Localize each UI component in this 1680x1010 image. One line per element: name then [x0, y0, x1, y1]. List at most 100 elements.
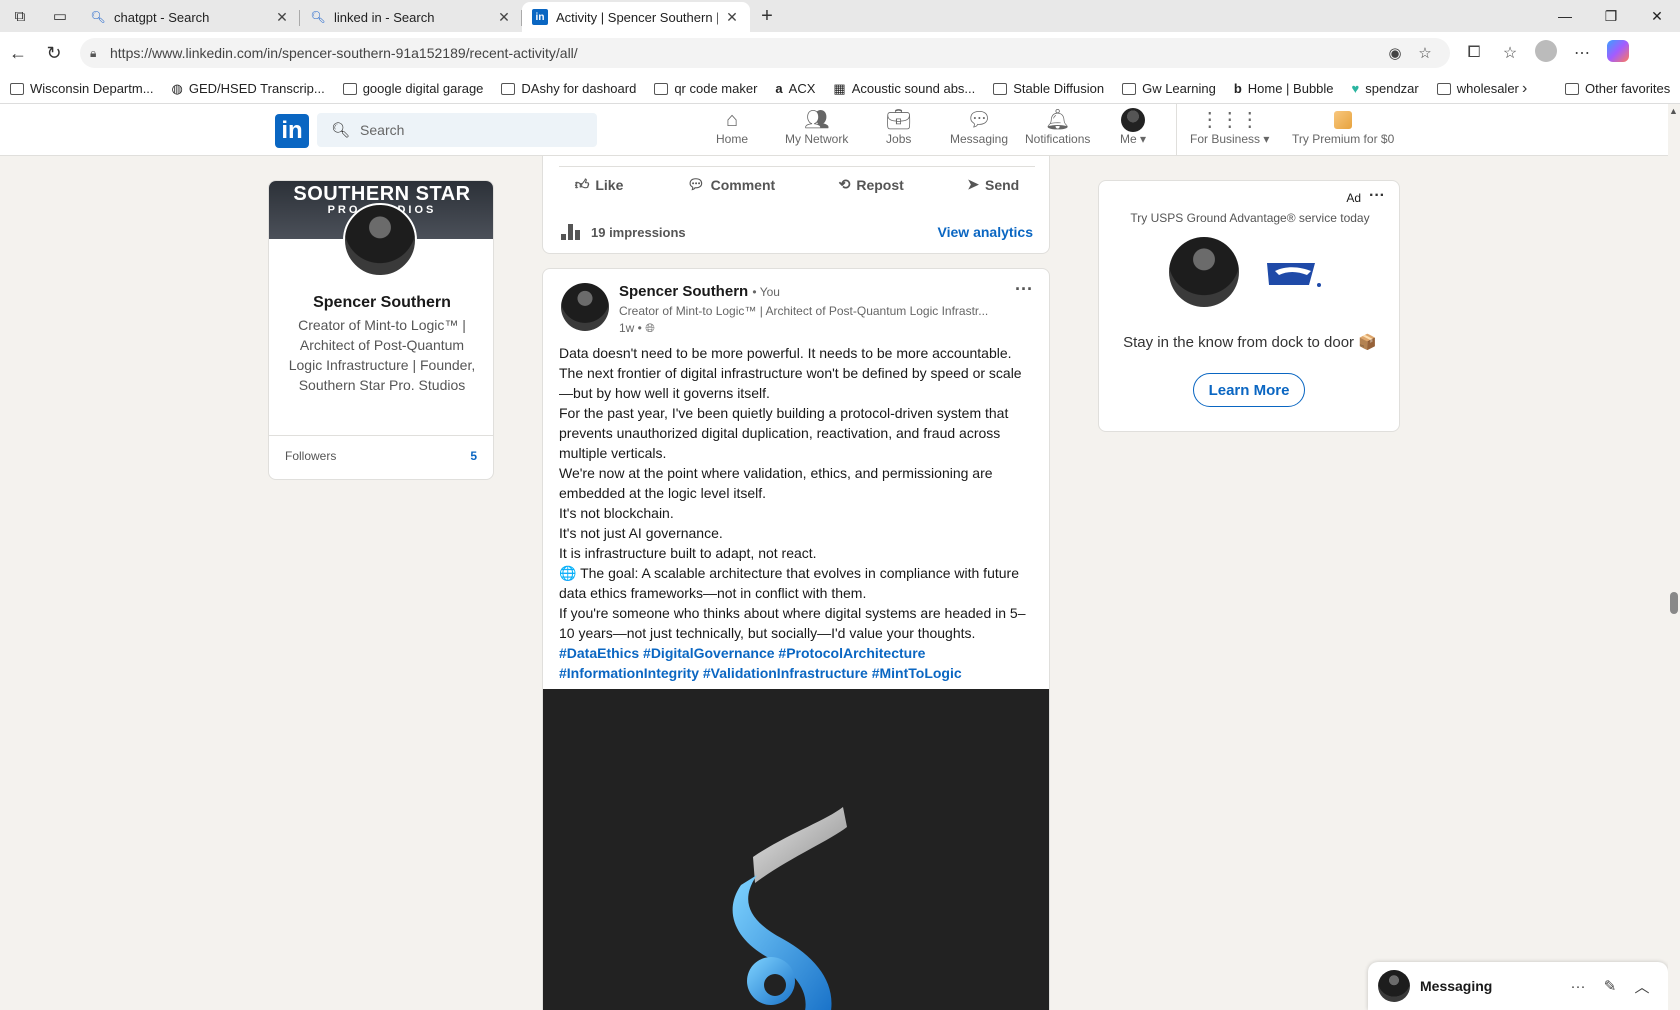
profile-icon[interactable] [1528, 39, 1564, 67]
followers-label[interactable]: Followers [285, 449, 336, 463]
bookmark-item[interactable]: wholesaler [1436, 81, 1519, 96]
post-line: If you're someone who thinks about where… [559, 605, 1026, 621]
avatar[interactable] [343, 203, 417, 277]
comment-button[interactable]: 💬︎ Comment [675, 176, 787, 193]
thumbs-up-icon: 👍︎ [574, 176, 590, 192]
send-icon: ➤ [967, 176, 979, 192]
bookmark-item[interactable]: Wisconsin Departm... [10, 81, 154, 96]
nav-label: Jobs [886, 132, 912, 146]
learn-more-button[interactable]: Learn More [1193, 373, 1305, 407]
post-image[interactable] [543, 689, 1049, 1010]
bookmark-item[interactable]: Gw Learning [1122, 81, 1216, 96]
post-line: We're now at the point where validation,… [559, 465, 993, 481]
more-options-icon[interactable]: ··· [1369, 187, 1385, 205]
bookmark-item[interactable]: b Home | Bubble [1234, 81, 1334, 96]
tab-actions-icon[interactable]: ▭ [40, 0, 80, 32]
copilot-icon[interactable] [1600, 39, 1636, 67]
address-bar-row: ← ↻ 🔒︎ https://www.linkedin.com/in/spenc… [0, 32, 1680, 74]
post-line: Data doesn't need to be more powerful. I… [559, 345, 1012, 361]
bookmark-item[interactable]: qr code maker [654, 81, 757, 96]
bookmark-item[interactable]: DAshy for dashoard [501, 81, 636, 96]
other-favorites[interactable]: Other favorites [1565, 81, 1670, 96]
post-author[interactable]: Spencer Southern • You [619, 283, 780, 300]
favorites-icon[interactable]: ☆ [1492, 43, 1528, 63]
bookmark-item[interactable]: a ACX [775, 81, 815, 96]
tab-chatgpt-search[interactable]: 🔍︎ chatgpt - Search ✕ [80, 2, 300, 32]
repost-button[interactable]: ⟲ Repost [827, 176, 916, 193]
close-icon[interactable]: ✕ [274, 9, 290, 26]
followers-count[interactable]: 5 [470, 449, 477, 463]
bookmarks-bar: Wisconsin Departm... ◍ GED/HSED Transcrip… [0, 74, 1680, 104]
lock-icon[interactable]: 🔒︎ [90, 46, 110, 61]
chevron-right-icon[interactable]: › [1522, 80, 1527, 98]
tab-activity[interactable]: in Activity | Spencer Southern | Linke ✕ [522, 2, 750, 32]
linkedin-logo[interactable]: in [275, 114, 309, 148]
close-window-icon[interactable]: ✕ [1634, 0, 1680, 32]
post-line: —but by how well it governs itself. [559, 385, 770, 401]
close-icon[interactable]: ✕ [724, 9, 740, 26]
nav-messaging[interactable]: 💬︎ Messaging [950, 108, 1008, 146]
post-line: It's not blockchain. [559, 505, 674, 521]
search-icon: 🔍︎ [310, 10, 326, 24]
hashtags[interactable]: #InformationIntegrity #ValidationInfrast… [559, 663, 1039, 683]
scrollbar-thumb[interactable] [1670, 592, 1678, 614]
favorite-star-icon[interactable]: ☆ [1410, 44, 1440, 62]
scroll-up-icon[interactable]: ▲ [1669, 106, 1678, 116]
bookmark-item[interactable]: google digital garage [342, 81, 483, 96]
repost-icon: ⟲ [838, 176, 851, 192]
folder-icon [993, 82, 1008, 95]
bookmark-label: wholesaler [1456, 81, 1519, 96]
tab-linkedin-search[interactable]: 🔍︎ linked in - Search ✕ [300, 2, 522, 32]
restore-icon[interactable]: ❐ [1588, 0, 1634, 32]
minimize-icon[interactable]: — [1542, 0, 1588, 32]
page-scrollbar[interactable]: ▲ [1668, 104, 1680, 1010]
new-tab-button[interactable]: + [750, 5, 784, 28]
messaging-label: Messaging [1420, 978, 1493, 994]
bookmark-item[interactable]: ◍ GED/HSED Transcrip... [172, 81, 325, 97]
close-icon[interactable]: ✕ [496, 9, 512, 26]
more-icon[interactable]: ⋯ [1564, 43, 1600, 63]
chevron-up-icon[interactable]: ︿ [1626, 976, 1658, 997]
bookmark-item[interactable]: ♥ spendzar [1352, 81, 1419, 96]
back-icon[interactable]: ← [0, 37, 36, 69]
bookmark-item[interactable]: ▦ Acoustic sound abs... [833, 81, 975, 97]
globe-icon: 🌐︎ [645, 321, 655, 335]
post-time: 1w • 🌐︎ [619, 321, 655, 336]
messaging-bar[interactable]: Messaging ··· ✎ ︿ [1368, 962, 1668, 1010]
compose-icon[interactable]: ✎ [1594, 977, 1626, 995]
like-button[interactable]: 👍︎ Like [563, 176, 636, 193]
nav-label: Messaging [950, 132, 1009, 146]
nav-for-business[interactable]: ⋮⋮⋮ For Business ▾ [1190, 108, 1269, 146]
browser-tab-bar: ⧉ ▭ 🔍︎ chatgpt - Search ✕ 🔍︎ linked in -… [0, 0, 1680, 32]
nav-jobs[interactable]: 💼︎ Jobs [886, 108, 911, 146]
nav-premium[interactable]: Try Premium for $0 [1292, 108, 1394, 146]
hashtags[interactable]: #DataEthics #DigitalGovernance #Protocol… [559, 643, 1039, 663]
nav-label: For Business ▾ [1190, 132, 1270, 146]
post-text: Data doesn't need to be more powerful. I… [559, 343, 1039, 683]
extensions-icon[interactable]: ⧠ [1456, 44, 1492, 62]
globe-icon: ◍ [171, 80, 183, 96]
nav-notifications[interactable]: 🔔︎ Notifications [1025, 108, 1090, 146]
url-field[interactable]: 🔒︎ https://www.linkedin.com/in/spencer-s… [80, 38, 1450, 68]
tracking-prevention-icon[interactable]: ◉ [1380, 44, 1410, 62]
send-button[interactable]: ➤ Send [955, 176, 1031, 193]
bookmark-item[interactable]: Stable Diffusion [993, 81, 1104, 96]
action-label: Repost [856, 176, 904, 193]
nav-me[interactable]: Me ▾ [1120, 108, 1146, 146]
nav-home[interactable]: ⌂ Home [716, 108, 748, 146]
impressions-label: 19 impressions [591, 224, 686, 240]
profile-name[interactable]: Spencer Southern [269, 294, 493, 312]
more-icon[interactable]: ··· [1562, 978, 1594, 995]
view-analytics-link[interactable]: View analytics [938, 224, 1033, 240]
workspaces-icon[interactable]: ⧉ [0, 0, 40, 32]
s-logo-image [732, 807, 847, 1010]
search-input[interactable]: 🔍︎ Search [317, 113, 597, 147]
avatar[interactable] [561, 283, 609, 331]
profile-card: SOUTHERN STAR PRO STUDIOS Spencer Southe… [268, 180, 494, 480]
nav-my-network[interactable]: 👥︎ My Network [785, 108, 848, 146]
refresh-icon[interactable]: ↻ [36, 37, 72, 69]
usps-logo [1267, 263, 1321, 287]
more-options-icon[interactable]: ··· [1015, 279, 1033, 300]
post-line: multiple verticals. [559, 445, 667, 461]
linkedin-icon: in [532, 9, 548, 25]
